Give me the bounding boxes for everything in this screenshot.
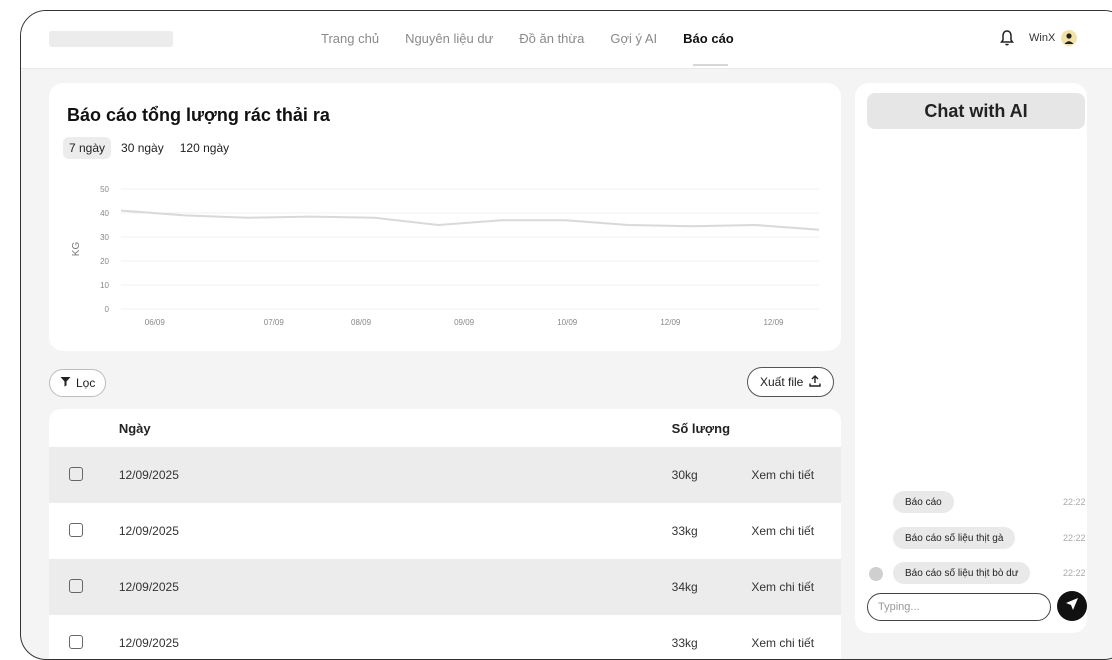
chat-input[interactable]	[867, 593, 1051, 621]
x-tick-label: 08/09	[351, 318, 372, 327]
table-row[interactable]: 12/09/2025 33kg Xem chi tiết	[49, 503, 841, 559]
y-tick-label: 0	[105, 305, 110, 314]
nav-ai-suggestions[interactable]: Gợi ý AI	[610, 31, 657, 46]
x-tick-label: 12/09	[763, 318, 784, 327]
nav-leftover-ingredients[interactable]: Nguyên liệu dư	[405, 31, 493, 46]
row-date: 12/09/2025	[118, 468, 179, 482]
row-date: 12/09/2025	[118, 524, 179, 538]
user-area: WinX	[999, 29, 1078, 47]
x-tick-label: 09/09	[454, 318, 475, 327]
upload-icon	[809, 374, 822, 390]
chat-message: Báo cáo	[893, 491, 954, 513]
view-detail-link[interactable]: Xem chi tiết	[751, 468, 814, 482]
chat-message-time: 22:22	[1063, 533, 1086, 543]
nav-home[interactable]: Trang chủ	[321, 31, 379, 46]
range-tab-7-days[interactable]: 7 ngày	[63, 137, 112, 159]
row-checkbox[interactable]	[69, 522, 83, 537]
row-quantity: 30kg	[671, 468, 698, 482]
row-date: 12/09/2025	[118, 636, 179, 650]
x-tick-label: 12/09	[660, 318, 681, 327]
column-header-quantity[interactable]: Số lượng	[672, 421, 752, 436]
row-checkbox[interactable]	[69, 634, 83, 649]
table-row[interactable]: 12/09/2025 30kg Xem chi tiết	[49, 447, 841, 503]
y-tick-label: 40	[100, 209, 109, 218]
export-label: Xuất file	[760, 375, 804, 389]
chat-message-time: 22:22	[1063, 568, 1086, 578]
row-quantity: 34kg	[671, 580, 698, 594]
waste-report-card: Báo cáo tổng lượng rác thải ra 7 ngày 30…	[49, 83, 841, 351]
chat-message: Báo cáo số liệu thịt bò dư	[893, 562, 1031, 584]
y-axis-label: KG	[71, 242, 82, 257]
send-icon	[1065, 597, 1079, 616]
x-tick-label: 10/09	[557, 318, 578, 327]
x-tick-label: 06/09	[145, 318, 166, 327]
range-tab-30-days[interactable]: 30 ngày	[115, 137, 170, 159]
chat-message-time: 22:22	[1063, 497, 1086, 507]
export-file-button[interactable]: Xuất file	[747, 367, 835, 397]
main-nav: Trang chủ Nguyên liệu dư Đồ ăn thừa Gợi …	[321, 31, 760, 66]
row-quantity: 33kg	[671, 524, 698, 538]
chat-message: Báo cáo số liệu thịt gà	[893, 527, 1016, 549]
nav-leftover-food[interactable]: Đồ ăn thừa	[519, 31, 584, 46]
table-header: Ngày Số lượng	[49, 409, 841, 447]
filter-icon	[60, 376, 71, 390]
row-quantity: 33kg	[671, 636, 698, 650]
logo[interactable]	[49, 31, 173, 47]
top-navbar: Trang chủ Nguyên liệu dư Đồ ăn thừa Gợi …	[21, 11, 1112, 69]
bell-icon[interactable]	[999, 29, 1015, 47]
table-row[interactable]: 12/09/2025 33kg Xem chi tiết	[49, 615, 841, 659]
chat-title: Chat with AI	[867, 93, 1085, 129]
filter-label: Lọc	[76, 376, 96, 390]
x-tick-label: 07/09	[264, 318, 285, 327]
y-tick-label: 10	[100, 281, 109, 290]
username[interactable]: WinX	[1029, 32, 1055, 44]
row-checkbox[interactable]	[69, 466, 83, 481]
row-date: 12/09/2025	[118, 580, 179, 594]
view-detail-link[interactable]: Xem chi tiết	[751, 524, 814, 538]
y-tick-label: 20	[100, 257, 109, 266]
avatar-icon[interactable]	[1061, 30, 1078, 46]
row-checkbox[interactable]	[69, 578, 83, 593]
ai-avatar-icon	[869, 567, 883, 581]
view-detail-link[interactable]: Xem chi tiết	[751, 580, 814, 594]
y-tick-label: 50	[100, 185, 109, 194]
filter-button[interactable]: Lọc	[49, 369, 107, 397]
view-detail-link[interactable]: Xem chi tiết	[751, 636, 814, 650]
send-button[interactable]	[1057, 591, 1087, 621]
chat-panel: Chat with AI Báo cáo 22:22 Báo cáo số li…	[855, 83, 1087, 633]
y-tick-label: 30	[100, 233, 109, 242]
table-row[interactable]: 12/09/2025 34kg Xem chi tiết	[49, 559, 841, 615]
column-header-date[interactable]: Ngày	[119, 421, 672, 436]
nav-reports[interactable]: Báo cáo	[683, 31, 734, 66]
report-title: Báo cáo tổng lượng rác thải ra	[67, 105, 330, 125]
waste-line-chart: 0 10 20 30 40 50 KG 06/09 07/09 08/09 09/09 10/09 12…	[71, 185, 820, 327]
report-table: Ngày Số lượng 12/09/2025 30kg Xem chi ti…	[49, 409, 841, 659]
range-tabs: 7 ngày 30 ngày 120 ngày	[63, 137, 235, 159]
range-tab-120-days[interactable]: 120 ngày	[174, 137, 235, 159]
app-window: Trang chủ Nguyên liệu dư Đồ ăn thừa Gợi …	[20, 10, 1112, 660]
